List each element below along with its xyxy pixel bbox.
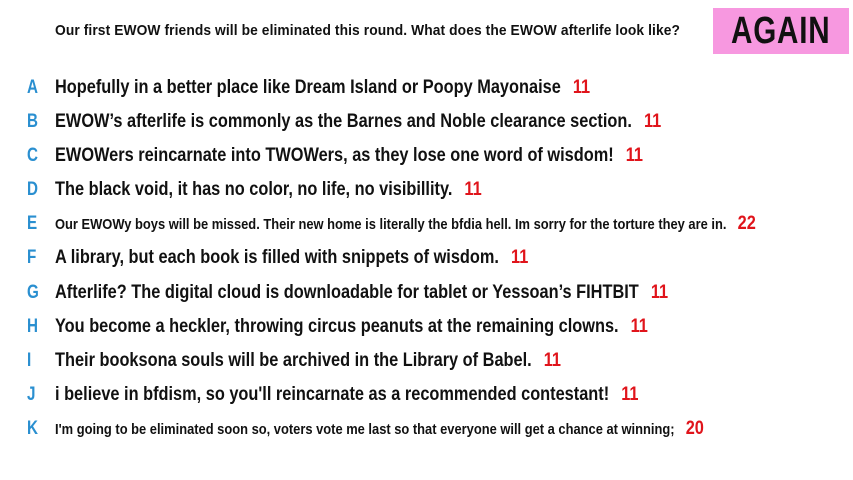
response-row: K I'm going to be eliminated soon so, vot… (0, 414, 853, 444)
response-letter: A (27, 77, 38, 98)
response-row: G Afterlife? The digital cloud is downloa… (0, 278, 853, 308)
response-score: 20 (685, 418, 704, 439)
response-row: F A library, but each book is filled with… (0, 243, 853, 273)
response-letter: H (27, 316, 38, 337)
response-text: You become a heckler, throwing circus pe… (55, 316, 619, 337)
response-text: i believe in bfdism, so you'll reincarna… (55, 384, 610, 405)
response-text: I'm going to be eliminated soon so, vote… (55, 420, 675, 438)
response-body: The black void, it has no color, no life… (55, 179, 482, 201)
response-row: C EWOWers reincarnate into TWOWers, as th… (0, 141, 853, 171)
response-letter: K (27, 418, 38, 439)
response-score: 11 (643, 111, 662, 132)
response-text: EWOW’s afterlife is commonly as the Barn… (55, 111, 632, 132)
prompt-text: Our first EWOW friends will be eliminate… (55, 22, 681, 39)
response-letter: C (27, 145, 38, 166)
response-text: The black void, it has no color, no life… (55, 179, 453, 200)
response-score: 11 (511, 247, 529, 268)
response-row: I Their booksona souls will be archived i… (0, 346, 853, 376)
response-body: Afterlife? The digital cloud is download… (55, 282, 668, 304)
response-row: B EWOW’s afterlife is commonly as the Bar… (0, 107, 853, 137)
response-body: EWOW’s afterlife is commonly as the Barn… (55, 111, 661, 133)
response-score: 11 (650, 282, 669, 303)
response-body: You become a heckler, throwing circus pe… (55, 316, 648, 338)
response-row: A Hopefully in a better place like Dream … (0, 73, 853, 103)
response-letter: J (27, 384, 36, 405)
response-letter: E (27, 213, 38, 234)
response-letter: B (27, 111, 38, 132)
response-row: Ji believe in bfdism, so you'll reincarn… (0, 380, 853, 410)
response-text: EWOWers reincarnate into TWOWers, as the… (55, 145, 614, 166)
response-body: I'm going to be eliminated soon so, vote… (55, 418, 704, 440)
response-body: A library, but each book is filled with … (55, 247, 528, 269)
response-body: Their booksona souls will be archived in… (55, 350, 561, 372)
response-letter: D (27, 179, 38, 200)
response-row: E Our EWOWy boys will be missed. Their ne… (0, 209, 853, 239)
response-text: Their booksona souls will be archived in… (55, 350, 532, 371)
response-row: D The black void, it has no color, no lif… (0, 175, 853, 205)
response-body: EWOWers reincarnate into TWOWers, as the… (55, 145, 643, 167)
response-score: 11 (464, 179, 482, 200)
response-score: 11 (625, 145, 644, 166)
response-letter: F (27, 247, 37, 268)
response-body: i believe in bfdism, so you'll reincarna… (55, 384, 638, 406)
response-letter: I (27, 350, 32, 371)
response-body: Hopefully in a better place like Dream I… (55, 77, 590, 99)
response-text: Our EWOWy boys will be missed. Their new… (55, 215, 727, 233)
again-badge: AGAIN (713, 8, 849, 54)
response-body: Our EWOWy boys will be missed. Their new… (55, 213, 756, 235)
response-score: 11 (572, 77, 591, 98)
response-score: 11 (630, 316, 648, 337)
response-score: 11 (543, 350, 562, 371)
response-text: A library, but each book is filled with … (55, 247, 499, 268)
response-text: Hopefully in a better place like Dream I… (55, 77, 561, 98)
response-row: H You become a heckler, throwing circus p… (0, 312, 853, 342)
response-text: Afterlife? The digital cloud is download… (55, 282, 639, 303)
badge-label: AGAIN (731, 9, 831, 52)
response-score: 22 (737, 213, 756, 234)
response-letter: G (27, 282, 39, 303)
response-score: 11 (621, 384, 639, 405)
